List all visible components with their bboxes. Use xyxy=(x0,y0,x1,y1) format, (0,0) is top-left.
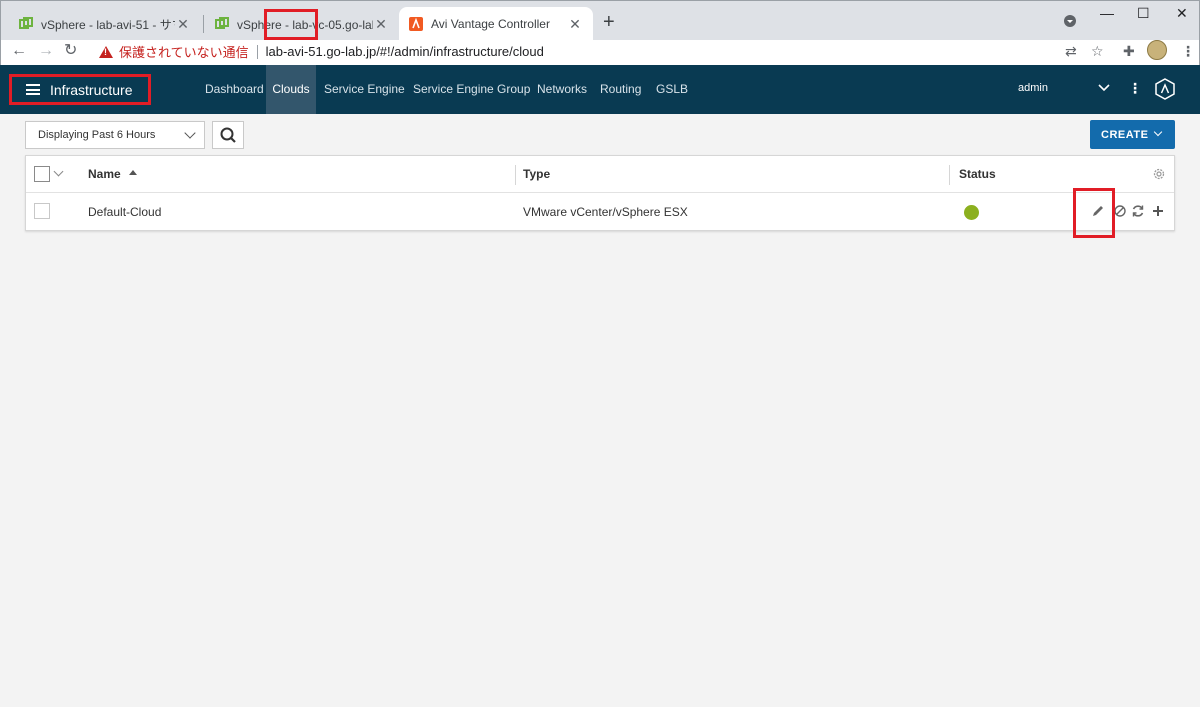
avi-logo-icon[interactable] xyxy=(1155,78,1175,100)
clouds-tab-highlight xyxy=(264,9,318,40)
close-icon[interactable]: ✕ xyxy=(175,16,191,33)
select-all-checkbox[interactable] xyxy=(34,166,50,182)
translate-icon[interactable]: ⇄ xyxy=(1065,43,1077,60)
tab-search-icon[interactable] xyxy=(1064,15,1076,27)
tab-divider xyxy=(203,15,204,33)
edit-action-highlight xyxy=(1073,188,1115,238)
search-button[interactable] xyxy=(212,121,244,149)
create-button[interactable]: CREATE xyxy=(1090,120,1175,149)
tab-service-engine[interactable]: Service Engine xyxy=(324,65,405,114)
close-icon[interactable]: ✕ xyxy=(373,16,389,33)
time-range-select[interactable]: Displaying Past 6 Hours xyxy=(25,121,205,149)
browser-menu-icon[interactable]: ⋮ xyxy=(1181,43,1195,60)
chevron-down-icon xyxy=(1153,127,1163,137)
column-divider[interactable] xyxy=(949,165,950,185)
table-row[interactable]: Default-Cloud VMware vCenter/vSphere ESX xyxy=(26,193,1174,231)
column-divider[interactable] xyxy=(515,165,516,185)
row-checkbox[interactable] xyxy=(34,203,50,219)
browser-toolbar: ← → ↻ 保護されていない通信 lab-avi-51.go-lab.jp/#!… xyxy=(0,40,1200,65)
chevron-down-icon[interactable] xyxy=(1098,80,1110,95)
tab-dashboard[interactable]: Dashboard xyxy=(205,65,264,114)
reload-icon[interactable]: ↻ xyxy=(64,42,77,60)
user-menu[interactable]: admin xyxy=(1018,82,1048,94)
tab-title: Avi Vantage Controller xyxy=(431,17,550,31)
add-icon[interactable] xyxy=(1151,204,1165,218)
browser-tab-vsphere-avi[interactable]: vSphere - lab-avi-51 - サマリ ✕ xyxy=(9,7,201,41)
search-icon xyxy=(220,127,236,143)
chevron-down-icon[interactable] xyxy=(53,166,64,177)
warning-icon[interactable] xyxy=(99,45,113,58)
profile-avatar[interactable] xyxy=(1147,40,1167,60)
time-range-label: Displaying Past 6 Hours xyxy=(38,129,156,141)
minimize-button[interactable]: — xyxy=(1100,5,1114,21)
security-status[interactable]: 保護されていない通信 xyxy=(119,42,249,61)
column-name-label: Name xyxy=(88,167,121,181)
close-window-button[interactable]: ✕ xyxy=(1176,5,1188,22)
browser-tab-avi[interactable]: Avi Vantage Controller ✕ xyxy=(399,7,593,41)
infrastructure-menu-button[interactable]: Infrastructure xyxy=(9,74,151,105)
refresh-icon[interactable] xyxy=(1131,204,1145,218)
status-indicator xyxy=(964,205,979,220)
cloud-name[interactable]: Default-Cloud xyxy=(88,193,161,231)
tab-clouds[interactable]: Clouds xyxy=(266,65,316,114)
gear-icon[interactable] xyxy=(1152,167,1166,181)
vsphere-icon xyxy=(19,17,33,29)
table-header: Name Type Status xyxy=(26,156,1174,193)
tab-service-engine-group[interactable]: Service Engine Group xyxy=(413,65,530,114)
bookmark-star-icon[interactable]: ☆ xyxy=(1091,43,1104,60)
close-icon[interactable]: ✕ xyxy=(567,16,583,33)
url-text[interactable]: lab-avi-51.go-lab.jp/#!/admin/infrastruc… xyxy=(266,44,544,59)
disable-icon[interactable] xyxy=(1113,204,1127,218)
clouds-table: Name Type Status Default-Cloud VMware vC… xyxy=(25,155,1175,231)
app-navbar: Infrastructure Dashboard Clouds Service … xyxy=(0,65,1200,114)
section-title: Infrastructure xyxy=(50,81,133,98)
omnibox-divider xyxy=(256,44,258,59)
new-tab-button[interactable]: + xyxy=(603,12,615,32)
back-icon[interactable]: ← xyxy=(11,42,27,60)
column-header-status[interactable]: Status xyxy=(959,156,996,193)
column-header-name[interactable]: Name xyxy=(88,156,137,193)
extensions-icon[interactable]: ✚ xyxy=(1123,43,1135,60)
forward-icon[interactable]: → xyxy=(38,42,54,60)
tab-routing[interactable]: Routing xyxy=(600,65,641,114)
avi-logo-icon xyxy=(409,17,423,31)
tab-title: vSphere - lab-avi-51 - サマリ xyxy=(41,17,175,32)
hamburger-icon xyxy=(26,84,40,95)
create-label: CREATE xyxy=(1101,128,1149,141)
address-bar[interactable]: 保護されていない通信 lab-avi-51.go-lab.jp/#!/admin… xyxy=(89,40,1053,63)
browser-tab-strip: vSphere - lab-avi-51 - サマリ ✕ vSphere - l… xyxy=(0,0,1200,41)
vsphere-icon xyxy=(215,17,229,29)
more-options-icon[interactable]: ⋮ xyxy=(1128,80,1142,97)
column-header-type[interactable]: Type xyxy=(523,156,550,193)
tab-networks[interactable]: Networks xyxy=(537,65,587,114)
tab-gslb[interactable]: GSLB xyxy=(656,65,688,114)
maximize-button[interactable]: ☐ xyxy=(1137,5,1150,22)
cloud-type: VMware vCenter/vSphere ESX xyxy=(523,205,688,219)
sort-ascending-icon xyxy=(128,170,137,175)
chevron-down-icon xyxy=(184,127,196,139)
